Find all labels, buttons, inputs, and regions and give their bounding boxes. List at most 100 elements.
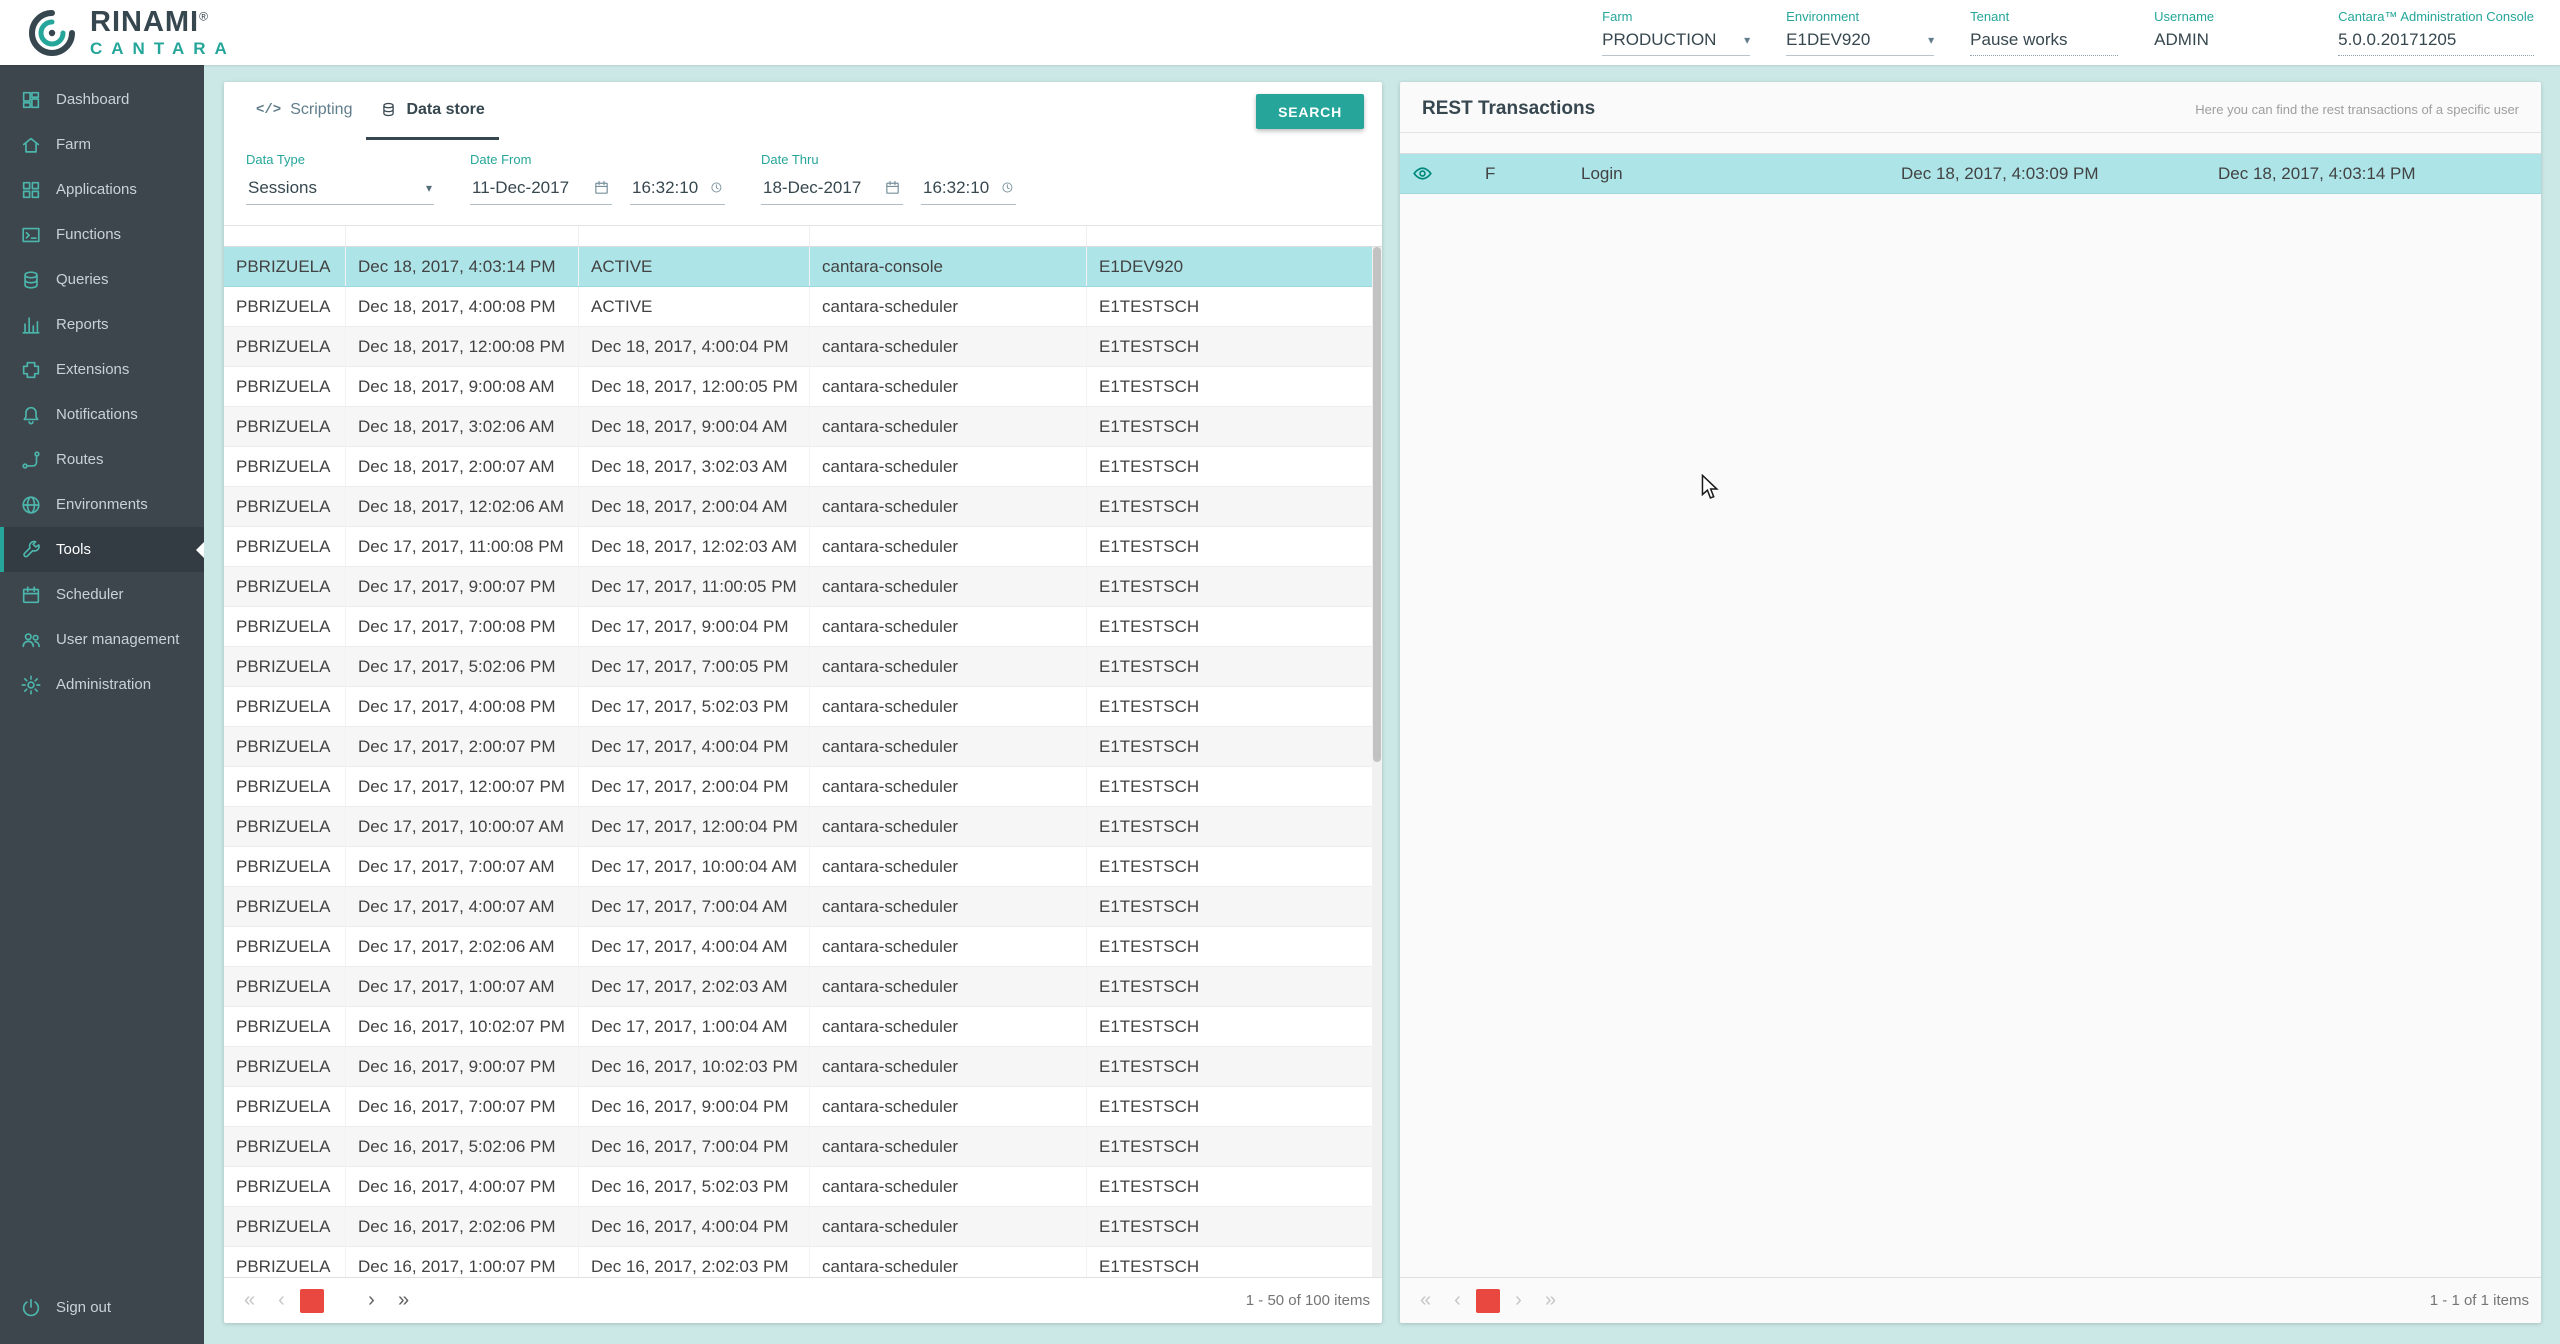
table-row[interactable]: PBRIZUELA Dec 17, 2017, 7:00:08 PM Dec 1… [224, 607, 1372, 647]
table-row[interactable]: PBRIZUELA Dec 18, 2017, 4:03:14 PM ACTIV… [224, 247, 1372, 287]
header-field-value[interactable]: Pause works ▾ [1970, 27, 2118, 56]
table-row[interactable]: PBRIZUELA Dec 17, 2017, 7:00:07 AM Dec 1… [224, 847, 1372, 887]
page-number[interactable] [329, 1289, 353, 1313]
sidebar-item[interactable]: Functions [0, 212, 204, 257]
table-row[interactable]: PBRIZUELA Dec 17, 2017, 4:00:08 PM Dec 1… [224, 687, 1372, 727]
scrollbar-thumb[interactable] [1373, 247, 1381, 762]
tab-data-store[interactable]: Data store [366, 82, 498, 140]
sidebar-item[interactable]: Extensions [0, 347, 204, 392]
table-row[interactable]: PBRIZUELA Dec 16, 2017, 10:02:07 PM Dec … [224, 1007, 1372, 1047]
header-field[interactable]: Environment E1DEV920 ▾ [1786, 9, 1934, 56]
table-row[interactable]: F Login Dec 18, 2017, 4:03:09 PM Dec 18,… [1400, 154, 2541, 194]
header-field-value[interactable]: ADMIN ▾ [2154, 27, 2302, 56]
clock-icon[interactable] [1001, 179, 1014, 196]
sidebar-item[interactable]: Tools [0, 527, 204, 572]
tab-scripting[interactable]: </> Scripting [242, 82, 366, 140]
calendar-icon[interactable] [884, 179, 901, 196]
sidebar-item[interactable]: Applications [0, 167, 204, 212]
eye-icon[interactable] [1412, 163, 1433, 184]
column-header[interactable] [1400, 133, 1473, 153]
vertical-scrollbar[interactable] [1372, 247, 1382, 1277]
sidebar-item-icon [20, 269, 42, 291]
data-type-select[interactable]: Sessions ▾ [246, 174, 434, 205]
tab-scripting-label: Scripting [290, 101, 352, 119]
sidebar-item-icon [20, 449, 42, 471]
page-number[interactable] [1476, 1289, 1500, 1313]
sidebar-item[interactable]: User management [0, 617, 204, 662]
column-header[interactable] [346, 226, 579, 246]
sidebar-item[interactable]: Notifications [0, 392, 204, 437]
table-row[interactable]: PBRIZUELA Dec 18, 2017, 9:00:08 AM Dec 1… [224, 367, 1372, 407]
header-field[interactable]: Cantara™ Administration Console 5.0.0.20… [2338, 9, 2534, 56]
time-from-input[interactable]: 16:32:10 [630, 174, 725, 205]
calendar-icon[interactable] [593, 179, 610, 196]
table-row[interactable]: PBRIZUELA Dec 16, 2017, 1:00:07 PM Dec 1… [224, 1247, 1372, 1277]
table-row[interactable]: PBRIZUELA Dec 18, 2017, 4:00:08 PM ACTIV… [224, 287, 1372, 327]
sidebar-signout[interactable]: Sign out [0, 1285, 204, 1330]
previous-page-icon[interactable]: ‹ [268, 1287, 295, 1314]
header-field[interactable]: Username ADMIN ▾ [2154, 9, 2302, 56]
next-page-icon[interactable]: › [1505, 1287, 1532, 1314]
column-header[interactable] [1473, 133, 1569, 153]
column-header[interactable] [224, 226, 346, 246]
table-row[interactable]: PBRIZUELA Dec 17, 2017, 9:00:07 PM Dec 1… [224, 567, 1372, 607]
sidebar-item[interactable]: Queries [0, 257, 204, 302]
last-page-icon[interactable]: » [390, 1287, 417, 1314]
sidebar-item[interactable]: Routes [0, 437, 204, 482]
sidebar-item[interactable]: Reports [0, 302, 204, 347]
column-header[interactable] [1889, 133, 2206, 153]
chevron-down-icon: ▾ [426, 181, 432, 195]
table-row[interactable]: PBRIZUELA Dec 16, 2017, 7:00:07 PM Dec 1… [224, 1087, 1372, 1127]
table-row[interactable]: PBRIZUELA Dec 16, 2017, 5:02:06 PM Dec 1… [224, 1127, 1372, 1167]
table-row[interactable]: PBRIZUELA Dec 18, 2017, 12:00:08 PM Dec … [224, 327, 1372, 367]
sidebar-item[interactable]: Farm [0, 122, 204, 167]
column-header[interactable] [810, 226, 1087, 246]
header-field-label: Username [2154, 9, 2302, 24]
sidebar-item[interactable]: Scheduler [0, 572, 204, 617]
header-field-value[interactable]: PRODUCTION ▾ [1602, 27, 1750, 56]
column-header[interactable] [1569, 133, 1889, 153]
column-header[interactable] [2206, 133, 2541, 153]
table-row[interactable]: PBRIZUELA Dec 17, 2017, 11:00:08 PM Dec … [224, 527, 1372, 567]
sidebar-item[interactable]: Environments [0, 482, 204, 527]
table-row[interactable]: PBRIZUELA Dec 17, 2017, 2:02:06 AM Dec 1… [224, 927, 1372, 967]
time-thru-input[interactable]: 16:32:10 [921, 174, 1016, 205]
column-header[interactable] [1087, 226, 1372, 246]
sidebar-nav: Dashboard Farm Applications Functions Qu… [0, 65, 204, 1344]
sidebar-item[interactable]: Dashboard [0, 77, 204, 122]
table-row[interactable]: PBRIZUELA Dec 16, 2017, 9:00:07 PM Dec 1… [224, 1047, 1372, 1087]
date-thru-input[interactable]: 18-Dec-2017 [761, 174, 903, 205]
table-row[interactable]: PBRIZUELA Dec 16, 2017, 4:00:07 PM Dec 1… [224, 1167, 1372, 1207]
table-row[interactable]: PBRIZUELA Dec 17, 2017, 1:00:07 AM Dec 1… [224, 967, 1372, 1007]
table-row[interactable]: PBRIZUELA Dec 17, 2017, 2:00:07 PM Dec 1… [224, 727, 1372, 767]
column-header[interactable] [579, 226, 810, 246]
first-page-icon[interactable]: « [236, 1287, 263, 1314]
table-row[interactable]: PBRIZUELA Dec 17, 2017, 12:00:07 PM Dec … [224, 767, 1372, 807]
table-row[interactable]: PBRIZUELA Dec 18, 2017, 3:02:06 AM Dec 1… [224, 407, 1372, 447]
date-from-filter: Date From 11-Dec-2017 16:32:10 [470, 152, 725, 205]
sidebar-item-icon [20, 359, 42, 381]
date-from-label: Date From [470, 152, 725, 167]
table-row[interactable]: PBRIZUELA Dec 17, 2017, 4:00:07 AM Dec 1… [224, 887, 1372, 927]
table-row[interactable]: PBRIZUELA Dec 18, 2017, 12:02:06 AM Dec … [224, 487, 1372, 527]
table-row[interactable]: PBRIZUELA Dec 18, 2017, 2:00:07 AM Dec 1… [224, 447, 1372, 487]
sidebar-item[interactable]: Administration [0, 662, 204, 707]
header-field[interactable]: Farm PRODUCTION ▾ [1602, 9, 1750, 56]
table-row[interactable]: PBRIZUELA Dec 17, 2017, 5:02:06 PM Dec 1… [224, 647, 1372, 687]
view-cell[interactable] [1400, 154, 1473, 193]
previous-page-icon[interactable]: ‹ [1444, 1287, 1471, 1314]
table-row[interactable]: PBRIZUELA Dec 16, 2017, 2:02:06 PM Dec 1… [224, 1207, 1372, 1247]
next-page-icon[interactable]: › [358, 1287, 385, 1314]
header-field[interactable]: Tenant Pause works ▾ [1970, 9, 2118, 56]
last-page-icon[interactable]: » [1537, 1287, 1564, 1314]
first-page-icon[interactable]: « [1412, 1287, 1439, 1314]
date-from-input[interactable]: 11-Dec-2017 [470, 174, 612, 205]
header-field-value[interactable]: 5.0.0.20171205 ▾ [2338, 27, 2534, 56]
header-field-value[interactable]: E1DEV920 ▾ [1786, 27, 1934, 56]
page-number[interactable] [300, 1289, 324, 1313]
table-row[interactable]: PBRIZUELA Dec 17, 2017, 10:00:07 AM Dec … [224, 807, 1372, 847]
sidebar-item-label: Queries [56, 271, 109, 288]
sessions-rows: PBRIZUELA Dec 18, 2017, 4:03:14 PM ACTIV… [224, 247, 1372, 1277]
search-button[interactable]: SEARCH [1256, 94, 1364, 129]
clock-icon[interactable] [710, 179, 723, 196]
